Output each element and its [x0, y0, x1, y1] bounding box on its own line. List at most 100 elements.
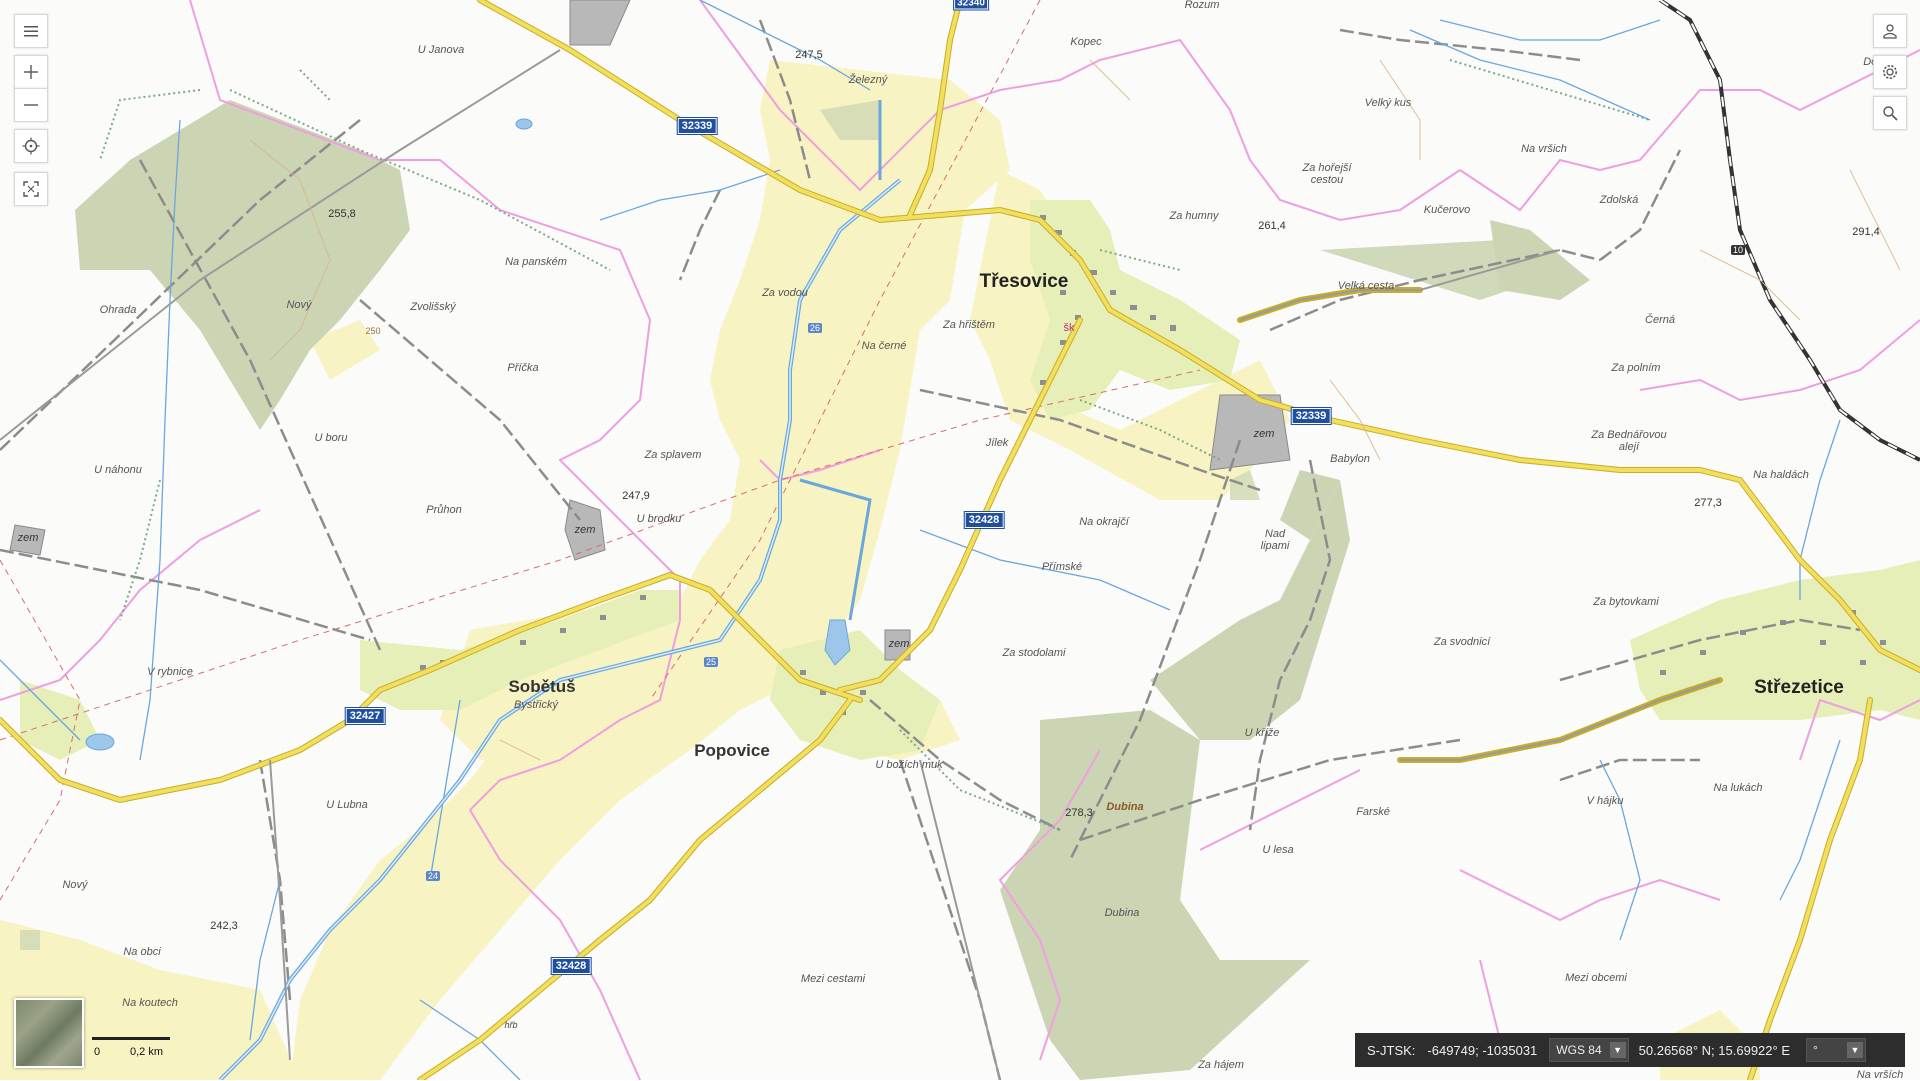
label-school: šk [1063, 322, 1075, 334]
fullscreen-button[interactable] [14, 172, 48, 206]
town-tresovice: Třesovice [979, 271, 1069, 292]
cycle-route-marker: 25 [703, 657, 719, 667]
place-mezi-cestami: Mezi cestami [800, 973, 866, 985]
place-velky-kus: Velký kus [1364, 97, 1412, 109]
place-dubina: Dubina [1104, 907, 1140, 919]
place-jilek: Jílek [985, 437, 1009, 449]
minus-icon [24, 104, 38, 106]
town-strezetice: Střezetice [1754, 677, 1844, 698]
road-number-shield: 32427 [344, 707, 386, 725]
locate-button[interactable] [14, 129, 48, 163]
elevation-point: 247,5 [795, 49, 823, 61]
place-za-humny: Za humny [1169, 210, 1219, 222]
place-u-lubna: U Lubna [326, 799, 368, 811]
place-pricka: Příčka [507, 362, 539, 374]
place-u-lesa: U lesa [1262, 844, 1294, 856]
label-cemetery: hřb [504, 1020, 518, 1030]
search-icon [1883, 106, 1898, 121]
place-novy2: Nový [62, 879, 88, 891]
crs-select-value: WGS 84 [1556, 1043, 1602, 1057]
place-za-hajem: Za hájem [1198, 1059, 1244, 1071]
road-number-shield: 32428 [550, 957, 592, 975]
settings-button[interactable] [1873, 55, 1907, 89]
place-za-hristem: Za hřištěm [943, 319, 995, 331]
place-na-obci: Na obci [123, 946, 161, 958]
scale-bar-line [92, 1037, 170, 1040]
gear-icon [1883, 65, 1897, 79]
coordinate-system-value: -649749; -1035031 [1427, 1042, 1538, 1058]
place-velka-cesta: Velká cesta [1337, 280, 1395, 292]
scale-label-distance: 0,2 km [130, 1046, 164, 1058]
place-u-boru: U boru [314, 432, 348, 444]
place-kopec: Kopec [1070, 36, 1102, 48]
zoom-in-button[interactable] [14, 55, 48, 89]
place-na-vrsich2: Na vrších [1856, 1069, 1904, 1081]
town-popovice: Popovice [694, 741, 770, 760]
place-za-bytovkami: Za bytovkami [1593, 596, 1659, 608]
place-rozum: Rozum [1184, 0, 1220, 11]
search-button[interactable] [1873, 96, 1907, 130]
place-kucerovo: Kučerovo [1423, 204, 1471, 216]
hamburger-menu-icon [24, 26, 38, 37]
crosshair-icon [22, 137, 40, 155]
place-na-vrsich: Na vršich [1521, 143, 1567, 155]
place-za-horejsi-cestou: Za hořejší cestou [1302, 162, 1352, 186]
place-zdolska: Zdolská [1599, 194, 1639, 206]
place-za-bednarovou-aleji: Za Bednářovou alejí [1591, 429, 1667, 453]
place-farske: Farské [1356, 806, 1390, 818]
place-na-cerne: Na černé [861, 340, 907, 352]
place-na-haldach: Na haldách [1753, 469, 1809, 481]
road-number-shield: 32340 [953, 0, 989, 11]
place-ohrada: Ohrada [99, 304, 137, 316]
plus-icon [24, 65, 38, 79]
crs-select[interactable]: WGS 84 ▼ [1549, 1038, 1629, 1062]
place-v-rybnice: V rybnice [147, 666, 193, 678]
place-zvolissky: Zvolišský [410, 301, 456, 313]
place-za-stodolami: Za stodolami [1002, 647, 1066, 659]
place-u-bozich-muk: U božích muk [875, 759, 943, 771]
basemap-switcher-thumbnail[interactable] [14, 998, 84, 1068]
place-v-hajku: V hájku [1586, 795, 1624, 807]
place-dubina-poi: Dubina [1106, 801, 1144, 813]
place-mezi-obcemi: Mezi obcemi [1565, 972, 1627, 984]
coordinate-bar: S-JTSK: -649749; -1035031 WGS 84 ▼ 50.26… [1355, 1033, 1905, 1067]
place-nad-lipami: Nad lipami [1260, 528, 1290, 552]
menu-button[interactable] [14, 14, 48, 48]
place-u-nahonu: U náhonu [94, 464, 142, 476]
place-za-splavem: Za splavem [644, 449, 702, 461]
map-graphics [0, 0, 1920, 1080]
label-zem-1: zem [1253, 428, 1275, 440]
place-u-krize: U kříže [1244, 727, 1280, 739]
road-number-shield: 32428 [963, 511, 1005, 529]
label-zem-4: zem [888, 638, 910, 650]
elevation-point: 277,3 [1694, 497, 1722, 509]
place-cerna: Černá [1645, 314, 1675, 326]
place-u-janova: U Janova [417, 44, 465, 56]
label-zem-3: zem [17, 532, 39, 544]
chevron-down-icon: ▼ [1847, 1042, 1863, 1058]
railway-line-marker: 10 [1730, 245, 1746, 255]
place-babylon: Babylon [1330, 453, 1370, 465]
scale-label-zero: 0 [94, 1046, 101, 1058]
wgs-coordinate-value: 50.26568° N; 15.69922° E [1638, 1042, 1790, 1058]
elevation-point: 242,3 [210, 920, 238, 932]
unit-select-value: ° [1813, 1043, 1818, 1057]
place-primske: Přímské [1041, 561, 1083, 573]
road-number-shield: 32339 [1290, 407, 1332, 425]
map-canvas[interactable]: Rozum Dolská U Janova Železný Kopec Velk… [0, 0, 1920, 1081]
elevation-point: 278,3 [1065, 807, 1093, 819]
label-contour-250: 250 [365, 326, 381, 336]
elevation-point: 255,8 [328, 208, 356, 220]
user-button[interactable] [1873, 14, 1907, 48]
place-za-polnim: Za polním [1611, 362, 1661, 374]
unit-select[interactable]: ° ▼ [1806, 1038, 1866, 1062]
chevron-down-icon: ▼ [1609, 1042, 1626, 1058]
place-na-panskem: Na panském [505, 256, 567, 268]
place-zelezny: Železný [848, 74, 888, 86]
place-bystricky: Bystřický [514, 699, 558, 711]
place-novy: Nový [286, 299, 312, 311]
place-na-lukach: Na lukách [1713, 782, 1763, 794]
place-na-okrajci: Na okrajčí [1079, 516, 1129, 528]
user-icon [1883, 24, 1897, 39]
zoom-out-button[interactable] [14, 88, 48, 122]
